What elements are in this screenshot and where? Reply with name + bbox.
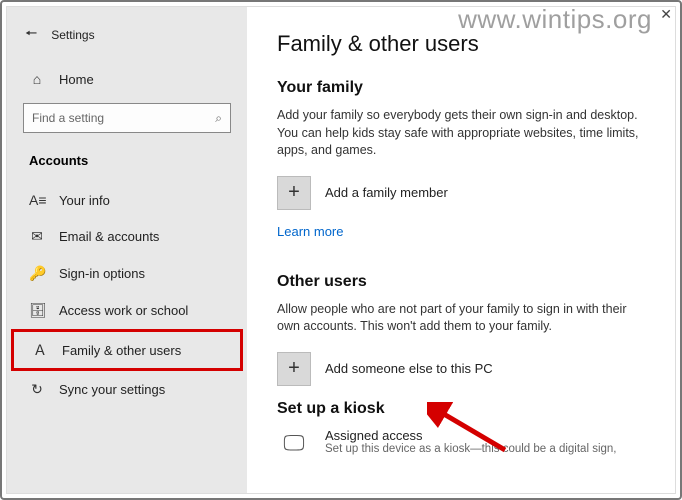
watermark-text: www.wintips.org [458,4,652,35]
back-icon[interactable]: 🠔 [25,23,37,47]
key-icon: 🔑 [29,265,45,282]
close-icon[interactable]: ✕ [660,6,672,23]
kiosk-title: Set up a kiosk [277,400,645,418]
search-input[interactable]: Find a setting ⌕ [23,103,231,133]
sidebar-item-email-accounts[interactable]: ✉ Email & accounts [7,218,247,255]
nav-label: Email & accounts [59,229,159,244]
assigned-access-item[interactable]: 🖵 Assigned access Set up this device as … [277,428,645,458]
add-family-member-button[interactable]: + Add a family member [277,176,645,210]
sidebar-item-family-other-users[interactable]: Ａ Family & other users [11,329,243,371]
home-icon: ⌂ [29,71,45,87]
sync-icon: ↻ [29,381,45,398]
nav-label: Sign-in options [59,266,145,281]
learn-more-link[interactable]: Learn more [277,224,343,239]
home-label: Home [59,72,94,87]
home-item[interactable]: ⌂ Home [7,61,247,97]
people-icon: Ａ [32,340,48,360]
plus-icon: + [277,352,311,386]
add-family-label: Add a family member [325,185,448,200]
other-users-desc: Allow people who are not part of your fa… [277,301,645,336]
search-icon: ⌕ [215,111,222,126]
kiosk-item-title: Assigned access [325,428,617,443]
settings-title: Settings [51,28,94,42]
nav-label: Family & other users [62,343,181,358]
mail-icon: ✉ [29,228,45,245]
person-card-icon: A≡ [29,192,45,208]
sidebar-item-sync-settings[interactable]: ↻ Sync your settings [7,371,247,408]
kiosk-item-desc: Set up this device as a kiosk—this could… [325,443,617,455]
monitor-icon: 🖵 [277,428,311,458]
category-title: Accounts [7,147,247,182]
sidebar-item-access-work-school[interactable]: 🗄 Access work or school [7,292,247,329]
add-someone-else-button[interactable]: + Add someone else to this PC [277,352,645,386]
plus-icon: + [277,176,311,210]
sidebar-item-signin-options[interactable]: 🔑 Sign-in options [7,255,247,292]
main-content: Family & other users Your family Add you… [247,7,675,493]
sidebar-item-your-info[interactable]: A≡ Your info [7,182,247,218]
search-placeholder: Find a setting [32,111,104,125]
other-users-title: Other users [277,273,645,291]
nav-label: Sync your settings [59,382,165,397]
your-family-desc: Add your family so everybody gets their … [277,107,645,160]
sidebar: 🠔 Settings ⌂ Home Find a setting ⌕ Accou… [7,7,247,493]
add-someone-label: Add someone else to this PC [325,361,493,376]
briefcase-icon: 🗄 [29,302,45,319]
nav-label: Access work or school [59,303,188,318]
your-family-title: Your family [277,79,645,97]
nav-label: Your info [59,193,110,208]
